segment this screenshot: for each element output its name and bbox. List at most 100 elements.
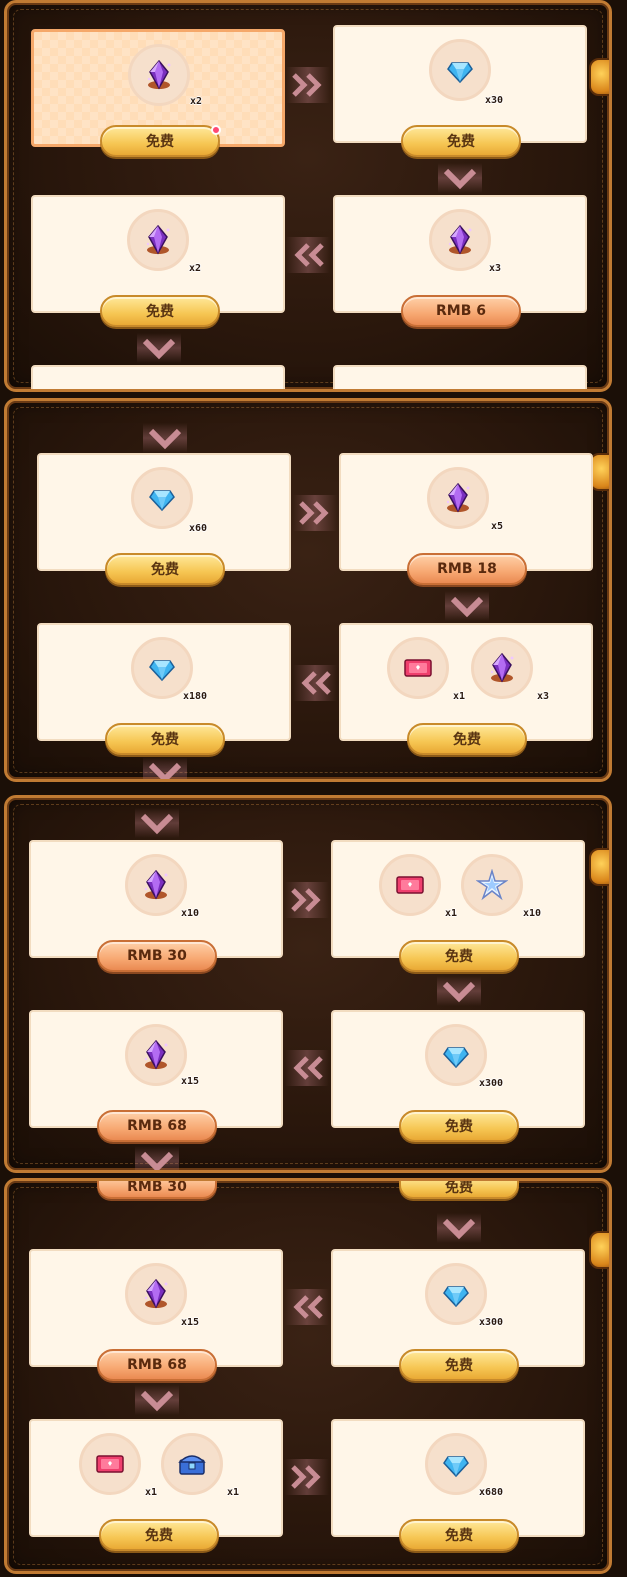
claim-free-button[interactable]: 免费 xyxy=(105,723,225,755)
purple-crystal-icon xyxy=(143,59,175,91)
quantity-label: x10 xyxy=(181,908,200,919)
quantity-label: x1 xyxy=(145,1487,158,1498)
reward-item xyxy=(125,854,187,916)
arrow-right-icon xyxy=(286,67,330,103)
quantity-label: x10 xyxy=(523,908,542,919)
purple-crystal-icon xyxy=(140,1278,172,1310)
arrow-right-icon xyxy=(285,882,329,918)
reward-item xyxy=(387,637,449,699)
reward-item xyxy=(461,854,523,916)
reward-item xyxy=(427,467,489,529)
claim-free-button[interactable]: 免费 xyxy=(399,1181,519,1199)
claim-free-button[interactable]: 免费 xyxy=(399,940,519,972)
reward-item xyxy=(127,209,189,271)
purple-crystal-icon xyxy=(140,869,172,901)
blue-diamond-icon xyxy=(440,1278,472,1310)
quantity-label: x15 xyxy=(181,1076,200,1087)
blue-chest-icon xyxy=(176,1448,208,1480)
claim-free-button[interactable]: 免费 xyxy=(100,125,220,157)
purple-crystal-icon xyxy=(140,1039,172,1071)
claim-free-button[interactable]: 免费 xyxy=(100,295,220,327)
treasure-pot-icon xyxy=(589,1231,609,1269)
purple-crystal-icon xyxy=(444,224,476,256)
purchase-button[interactable]: RMB 18 xyxy=(407,553,527,585)
claim-free-button[interactable]: 免费 xyxy=(399,1519,519,1551)
arrow-down-icon xyxy=(445,591,489,621)
arrow-down-icon xyxy=(143,423,187,453)
purple-crystal-icon xyxy=(486,652,518,684)
reward-item xyxy=(125,1024,187,1086)
blue-diamond-icon xyxy=(444,54,476,86)
arrow-left-icon xyxy=(286,237,330,273)
reward-panel-2: x60 免费 x5 RMB 18 x180 免费 x1 x3 免费 xyxy=(4,398,612,782)
reward-item xyxy=(131,637,193,699)
purchase-button[interactable]: RMB 30 xyxy=(97,1181,217,1199)
reward-item xyxy=(131,467,193,529)
quantity-label: x3 xyxy=(489,263,502,274)
arrow-down-icon xyxy=(135,808,179,838)
reward-panel-1: x2 免费 x30 免费 x2 免费 x3 RMB 6 xyxy=(4,0,612,392)
quantity-label: x3 xyxy=(537,691,550,702)
reward-item xyxy=(125,1263,187,1325)
pink-ticket-icon xyxy=(94,1448,126,1480)
blue-diamond-icon xyxy=(146,482,178,514)
purchase-button[interactable]: RMB 68 xyxy=(97,1110,217,1142)
reward-item xyxy=(379,854,441,916)
claim-free-button[interactable]: 免费 xyxy=(105,553,225,585)
claim-free-button[interactable]: 免费 xyxy=(99,1519,219,1551)
star-shard-icon xyxy=(476,869,508,901)
reward-item xyxy=(425,1263,487,1325)
quantity-label: x15 xyxy=(181,1317,200,1328)
notification-dot xyxy=(211,125,221,135)
quantity-label: x1 xyxy=(445,908,458,919)
quantity-label: x300 xyxy=(479,1078,504,1089)
reward-item xyxy=(471,637,533,699)
claim-free-button[interactable]: 免费 xyxy=(407,723,527,755)
reward-card-partial[interactable] xyxy=(333,365,587,389)
claim-free-button[interactable]: 免费 xyxy=(401,125,521,157)
purchase-button[interactable]: RMB 30 xyxy=(97,940,217,972)
reward-item xyxy=(161,1433,223,1495)
arrow-right-icon xyxy=(293,495,337,531)
arrow-right-icon xyxy=(285,1459,329,1495)
quantity-label: x30 xyxy=(485,95,504,106)
reward-item xyxy=(425,1433,487,1495)
reward-item xyxy=(429,209,491,271)
arrow-down-icon xyxy=(137,333,181,363)
quantity-label: x300 xyxy=(479,1317,504,1328)
arrow-down-icon xyxy=(135,1146,179,1170)
quantity-label: x1 xyxy=(227,1487,240,1498)
quantity-label: x2 xyxy=(189,263,202,274)
purchase-button[interactable]: RMB 6 xyxy=(401,295,521,327)
reward-panel-4: RMB 30 免费 x15 RMB 68 x300 免费 x1 x1 免费 x6… xyxy=(4,1178,612,1574)
reward-item xyxy=(128,44,190,106)
arrow-down-icon xyxy=(143,757,187,779)
reward-item xyxy=(425,1024,487,1086)
arrow-down-icon xyxy=(438,163,482,193)
purple-crystal-icon xyxy=(442,482,474,514)
blue-diamond-icon xyxy=(146,652,178,684)
arrow-left-icon xyxy=(285,1289,329,1325)
quantity-label: x1 xyxy=(453,691,466,702)
arrow-left-icon xyxy=(285,1050,329,1086)
arrow-down-icon xyxy=(437,976,481,1006)
reward-card-partial[interactable] xyxy=(31,365,285,389)
quantity-label: x180 xyxy=(183,691,208,702)
pink-ticket-icon xyxy=(394,869,426,901)
reward-panel-3: x10 RMB 30 x1 x10 免费 x15 RMB 68 x300 免费 xyxy=(4,795,612,1173)
purple-crystal-icon xyxy=(142,224,174,256)
reward-item xyxy=(79,1433,141,1495)
arrow-left-icon xyxy=(293,665,337,701)
quantity-label: x2 xyxy=(190,96,203,107)
treasure-pot-icon xyxy=(589,848,609,886)
claim-free-button[interactable]: 免费 xyxy=(399,1110,519,1142)
claim-free-button[interactable]: 免费 xyxy=(399,1349,519,1381)
purchase-button[interactable]: RMB 68 xyxy=(97,1349,217,1381)
blue-diamond-icon xyxy=(440,1039,472,1071)
arrow-down-icon xyxy=(437,1213,481,1243)
quantity-label: x5 xyxy=(491,521,504,532)
arrow-down-icon xyxy=(135,1385,179,1415)
reward-item xyxy=(429,39,491,101)
quantity-label: x680 xyxy=(479,1487,504,1498)
quantity-label: x60 xyxy=(189,523,208,534)
